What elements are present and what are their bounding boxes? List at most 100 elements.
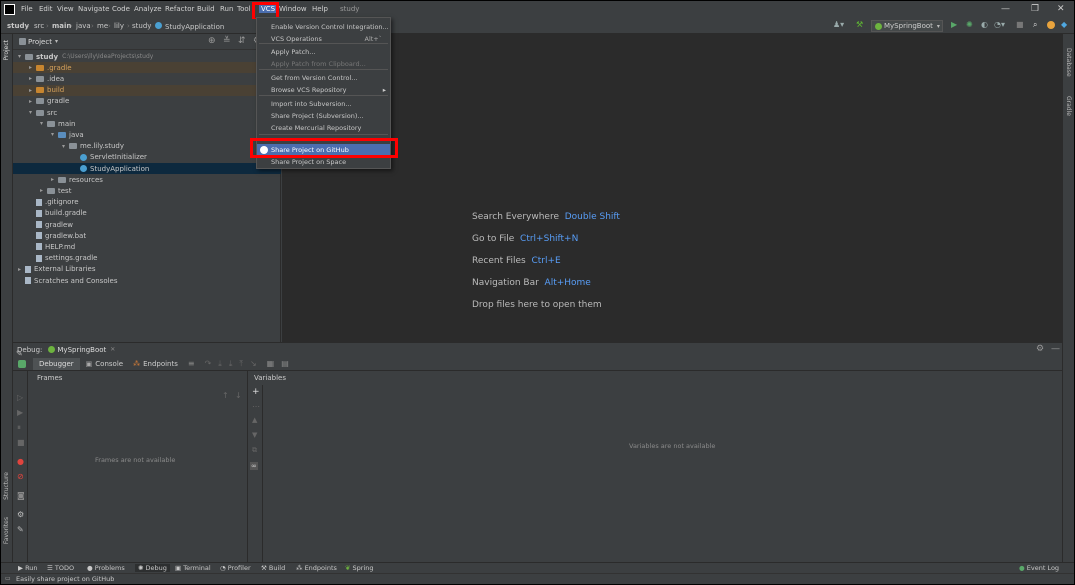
move-down-icon[interactable]: ▼ [252,431,257,439]
resume-icon[interactable]: ▶ [17,408,23,417]
menu-view[interactable]: View [57,5,74,13]
project-view-selector[interactable]: Project [28,38,52,46]
tree-node[interactable]: gradlew [13,219,281,230]
tab-problems[interactable]: ● Problems [87,564,125,572]
vcs-menu-item[interactable]: Share Project (Subversion)... [257,110,390,122]
close-icon[interactable]: ✕ [110,346,115,353]
vcs-menu-item[interactable]: Import into Subversion... [257,98,390,110]
stop-icon[interactable]: ■ [17,438,25,447]
profiler-icon[interactable]: ◔▾ [994,20,1005,29]
menu-tools[interactable]: Tool [237,5,251,13]
menu-window[interactable]: Window [279,5,307,13]
chevron-right-icon[interactable]: ▸ [51,176,58,183]
debug-session-tab[interactable]: MySpringBoot [57,346,106,354]
tree-node[interactable]: ▾ main [13,118,281,129]
expand-icon[interactable]: ⇵ [238,36,246,46]
tree-node[interactable]: HELP.md [13,241,281,252]
arrow-up-icon[interactable]: ↑ [222,391,229,400]
gear-icon[interactable]: ⚙ [17,510,24,519]
tree-node[interactable]: ▸ gradle [13,96,281,107]
tab-debug[interactable]: ✺ Debug [135,564,170,572]
run-icon[interactable]: ▶ [951,20,957,29]
plugin-icon[interactable]: ◆ [1061,20,1067,29]
tree-node[interactable]: settings.gradle [13,253,281,264]
hammer-icon[interactable]: ⚒ [856,20,863,29]
tab-endpoints[interactable]: ⁂ Endpoints [296,564,337,572]
close-button[interactable]: ✕ [1057,4,1065,14]
status-layout-icon[interactable]: ▭ [5,575,11,582]
minimize-button[interactable]: — [1001,4,1010,14]
menu-code[interactable]: Code [112,5,130,13]
move-up-icon[interactable]: ▲ [252,416,257,424]
force-step-into-icon[interactable]: ⤓ [229,359,233,369]
database-tool-tab[interactable]: Database [1065,48,1072,77]
remove-watch-icon[interactable]: ⋯ [252,402,260,411]
coverage-icon[interactable]: ◐ [981,20,988,29]
add-watch-icon[interactable]: + [252,387,260,397]
maximize-button[interactable]: ❐ [1031,4,1039,14]
arrow-down-icon[interactable]: ↓ [235,391,242,400]
stop-icon[interactable]: ■ [1016,20,1024,29]
menu-build[interactable]: Build [197,5,215,13]
chevron-down-icon[interactable]: ▾ [29,109,36,116]
breadcrumb-lily[interactable]: lily [114,22,124,30]
layout-icon[interactable]: ≡ [188,359,195,368]
tab-console[interactable]: Console [95,360,123,368]
camera-icon[interactable]: ◙ [17,491,25,500]
tree-node[interactable]: StudyApplication [13,163,281,174]
search-icon[interactable]: ⌕ [1033,20,1037,30]
chevron-down-icon[interactable]: ▾ [40,120,47,127]
vcs-menu-item[interactable]: Get from Version Control... [257,72,390,84]
tab-debugger[interactable]: Debugger [33,357,80,370]
update-icon[interactable] [1047,21,1055,29]
menu-run[interactable]: Run [220,5,233,13]
step-over-icon[interactable]: ↷ [205,359,212,368]
trace-icon[interactable]: ▤ [281,359,289,368]
tree-node[interactable]: Scratches and Consoles [13,275,281,286]
tree-node[interactable]: ▾ study C:\Users\lly\IdeaProjects\study [13,51,281,62]
menu-file[interactable]: File [21,5,33,13]
chevron-right-icon[interactable]: ▸ [29,64,36,71]
tab-spring[interactable]: ❦ Spring [345,564,374,572]
breadcrumb-studyapplication[interactable]: StudyApplication [155,22,224,31]
pin-icon[interactable]: ✎ [17,525,24,534]
tree-node[interactable]: build.gradle [13,208,281,219]
tree-node[interactable]: ▸ External Libraries [13,264,281,275]
tree-node[interactable]: ▾ me.lily.study [13,141,281,152]
chevron-down-icon[interactable]: ▾ [51,131,58,138]
breadcrumb-study[interactable]: study [7,22,29,30]
breadcrumb-java[interactable]: java [76,22,91,30]
run-to-cursor-icon[interactable]: ↘ [250,359,257,368]
gear-icon[interactable]: ⚙ [1036,344,1044,354]
breadcrumb-main[interactable]: main [52,22,71,30]
tab-profiler[interactable]: ◔ Profiler [220,564,251,572]
menu-analyze[interactable]: Analyze [134,5,162,13]
tree-node[interactable]: gradlew.bat [13,230,281,241]
tab-run[interactable]: ▶ Run [18,564,38,572]
project-tool-tab[interactable]: Project [3,40,10,61]
step-into-icon[interactable]: ⤓ [218,359,222,369]
tree-node[interactable]: ▸ .gradle [13,62,281,74]
gradle-tool-tab[interactable]: Gradle [1065,96,1072,116]
menu-help[interactable]: Help [312,5,328,13]
chevron-right-icon[interactable]: ▸ [18,266,25,273]
tree-node[interactable]: ▸ resources [13,174,281,185]
event-log-button[interactable]: ● Event Log [1019,564,1059,572]
locate-icon[interactable]: ⊕ [208,36,216,46]
tab-todo[interactable]: ☰ TODO [47,564,74,572]
menu-refactor[interactable]: Refactor [165,5,194,13]
favorites-tool-tab[interactable]: Favorites [3,517,10,544]
mute-breakpoints-icon[interactable]: ⊘ [17,472,24,481]
chevron-down-icon[interactable]: ▾ [62,143,69,150]
step-out-icon[interactable]: ⤒ [239,359,243,369]
tree-node[interactable]: ▾ src [13,107,281,118]
tab-endpoints[interactable]: Endpoints [143,360,178,368]
tree-node[interactable]: .gitignore [13,197,281,208]
vcs-menu-item[interactable]: Create Mercurial Repository [257,122,390,134]
menu-navigate[interactable]: Navigate [78,5,109,13]
tab-build[interactable]: ⚒ Build [261,564,285,572]
infinity-icon[interactable]: ∞ [250,462,258,470]
vcs-menu-item[interactable]: Enable Version Control Integration... [257,21,390,33]
evaluate-icon[interactable]: ▦ [267,359,275,368]
tree-node[interactable]: ▸ build [13,84,281,96]
